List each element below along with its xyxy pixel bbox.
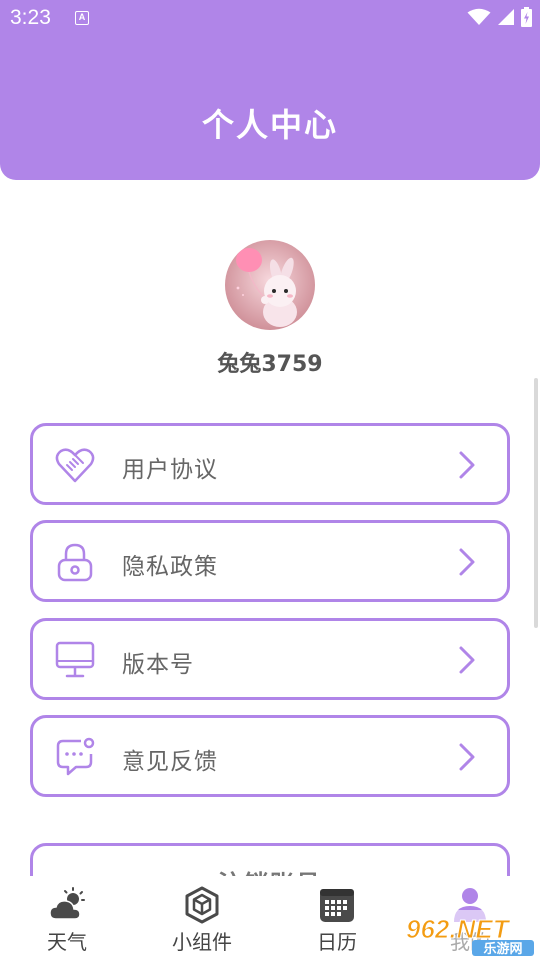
scrollbar[interactable]: [534, 378, 538, 628]
chevron-right-icon: [459, 646, 475, 674]
nav-item-weather[interactable]: 天气: [17, 886, 117, 955]
menu-item-label: 版本号: [122, 652, 194, 678]
monitor-icon: [55, 641, 95, 678]
menu-item-privacy-policy[interactable]: 隐私政策: [30, 520, 510, 602]
signal-icon: [498, 9, 514, 25]
menu-item-user-agreement[interactable]: 用户协议: [30, 423, 510, 505]
chat-bubble-icon: [56, 737, 95, 776]
status-time: 3:23: [10, 6, 51, 29]
watermark-subtext: 乐游网: [483, 941, 522, 956]
nav-label: 日历: [317, 930, 357, 954]
watermark-logo: 962.NET 乐游网: [402, 910, 538, 956]
nav-label: 小组件: [172, 930, 232, 954]
bunny-avatar-image: [225, 240, 315, 330]
nav-label: 天气: [47, 930, 87, 954]
wifi-icon: [467, 8, 491, 25]
lock-icon: [57, 543, 93, 582]
calendar-icon: [320, 889, 354, 922]
widget-cube-icon: [185, 886, 219, 924]
menu-item-feedback[interactable]: 意见反馈: [30, 715, 510, 797]
nav-item-widgets[interactable]: 小组件: [152, 886, 252, 955]
weather-icon: [49, 887, 85, 920]
menu-item-label: 意见反馈: [122, 749, 218, 775]
chevron-right-icon: [459, 451, 475, 479]
chevron-right-icon: [459, 548, 475, 576]
avatar[interactable]: [225, 240, 315, 330]
page-title: 个人中心: [201, 106, 338, 144]
status-icons: [467, 6, 532, 28]
battery-charging-icon: [521, 7, 532, 27]
notification-icon: A: [75, 11, 89, 25]
username: 兔兔3759: [217, 352, 323, 377]
chevron-right-icon: [459, 743, 475, 771]
header: 3:23 A 个人中心: [0, 0, 540, 180]
screen: 3:23 A 个人中心 兔兔3759 用户协议 隐私政策 版本号 意见反馈 天气…: [0, 0, 540, 960]
nav-item-calendar[interactable]: 日历: [287, 886, 387, 955]
menu-item-label: 用户协议: [122, 457, 218, 483]
menu-item-label: 隐私政策: [122, 554, 218, 580]
menu-item-version[interactable]: 版本号: [30, 618, 510, 700]
handshake-heart-icon: [55, 448, 95, 483]
watermark-text: 962.NET: [406, 914, 511, 944]
